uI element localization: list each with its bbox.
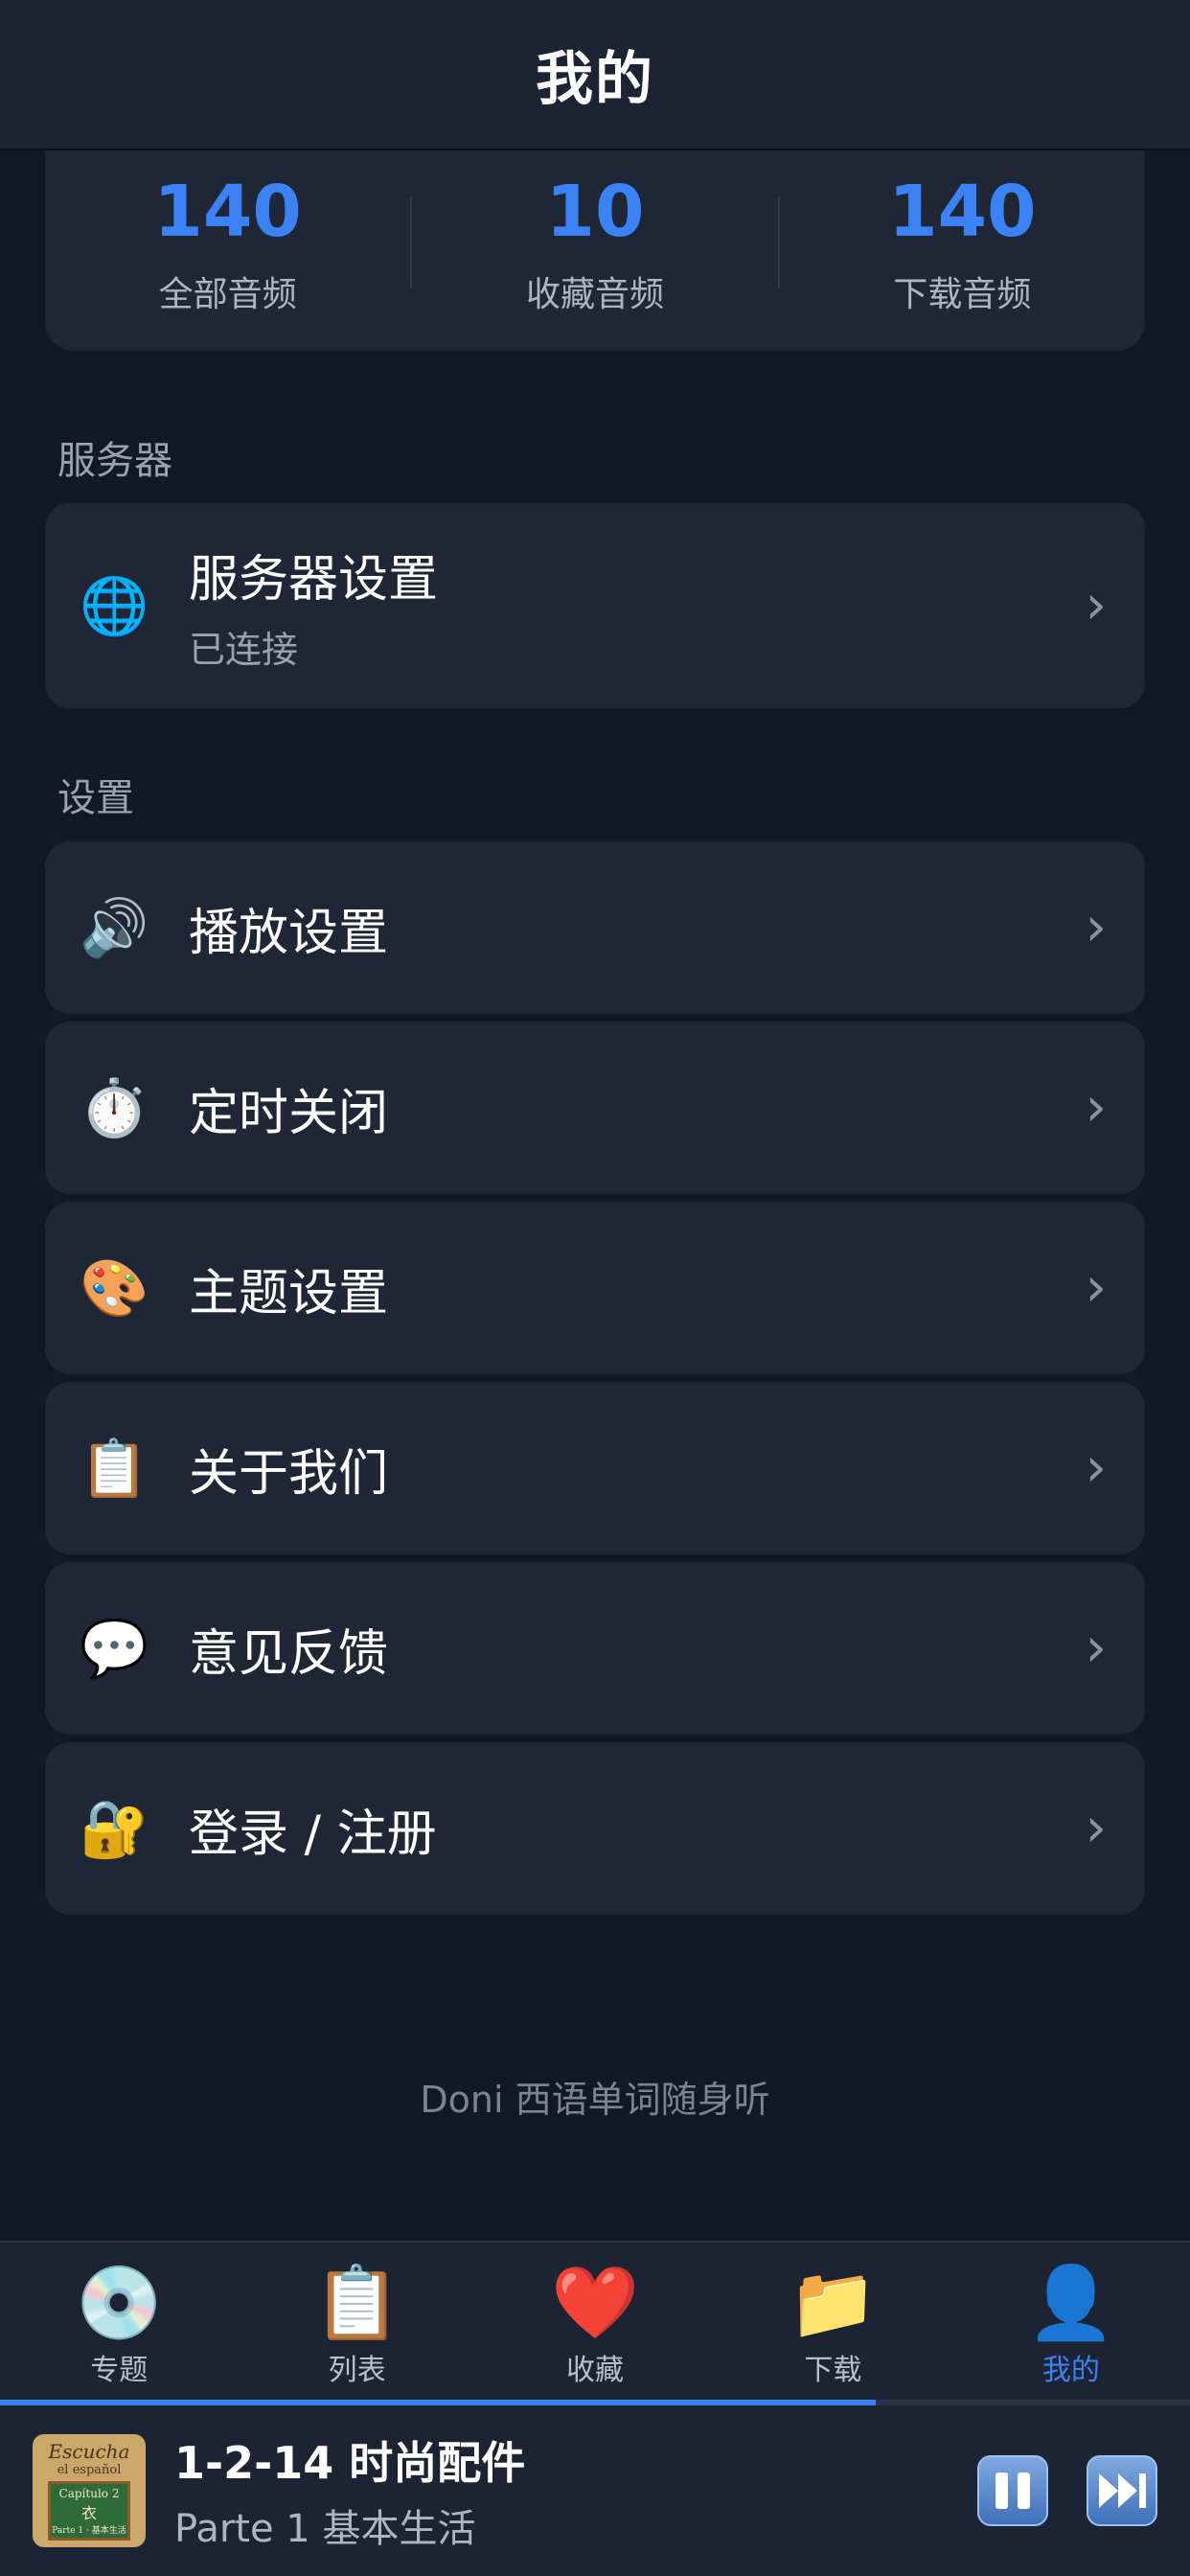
server-status: 已连接 bbox=[189, 629, 299, 671]
stat-download-audio[interactable]: 140 下载音频 bbox=[780, 169, 1145, 316]
row-title: 意见反馈 bbox=[189, 1624, 389, 1683]
row-title: 定时关闭 bbox=[189, 1084, 389, 1142]
heart-icon: ❤️ bbox=[550, 2262, 640, 2344]
row-title: 播放设置 bbox=[189, 904, 389, 962]
tab-label: 下载 bbox=[804, 2354, 862, 2387]
stat-favorite-audio[interactable]: 10 收藏音频 bbox=[412, 169, 777, 316]
globe-icon: 🌐 bbox=[80, 573, 149, 638]
settings-row-login[interactable]: 🔐 登录 / 注册 › bbox=[45, 1742, 1145, 1915]
cover-title: Escucha bbox=[48, 2440, 130, 2463]
pause-icon bbox=[995, 2472, 1030, 2509]
mini-player[interactable]: Escucha el español Capítulo 2 衣 Parte 1 … bbox=[0, 2405, 1190, 2576]
stopwatch-icon: ⏱️ bbox=[80, 1075, 149, 1140]
settings-row-feedback[interactable]: 💬 意见反馈 › bbox=[45, 1562, 1145, 1735]
tab-label: 收藏 bbox=[566, 2354, 625, 2387]
chevron-right-icon: › bbox=[1085, 1437, 1107, 1499]
tab-topics[interactable]: 💿 专题 bbox=[0, 2242, 238, 2402]
stat-label: 收藏音频 bbox=[525, 275, 664, 314]
server-settings-row[interactable]: 🌐 服务器设置 已连接 › bbox=[45, 503, 1145, 708]
pause-button[interactable] bbox=[977, 2455, 1048, 2526]
section-label-server: 服务器 bbox=[57, 439, 172, 483]
skip-forward-icon bbox=[1098, 2473, 1146, 2508]
settings-row-playback[interactable]: 🔊 播放设置 › bbox=[45, 841, 1145, 1014]
app-slogan: Doni 西语单词随身听 bbox=[420, 2079, 770, 2121]
track-subtitle: Parte 1 基本生活 bbox=[174, 2507, 476, 2551]
section-label-settings: 设置 bbox=[57, 776, 134, 820]
stat-value: 10 bbox=[545, 171, 645, 253]
chevron-right-icon: › bbox=[1085, 574, 1107, 636]
speaker-icon: 🔊 bbox=[80, 895, 149, 960]
stats-card: 140 全部音频 10 收藏音频 140 下载音频 bbox=[45, 134, 1145, 351]
lock-key-icon: 🔐 bbox=[80, 1796, 149, 1861]
folder-icon: 📁 bbox=[789, 2262, 878, 2344]
tab-label: 列表 bbox=[328, 2354, 386, 2387]
cover-part: Parte 1 · 基本生活 bbox=[52, 2525, 126, 2536]
stat-all-audio[interactable]: 140 全部音频 bbox=[45, 169, 410, 316]
settings-row-sleep-timer[interactable]: ⏱️ 定时关闭 › bbox=[45, 1022, 1145, 1194]
palette-icon: 🎨 bbox=[80, 1255, 149, 1321]
settings-row-about[interactable]: 📋 关于我们 › bbox=[45, 1382, 1145, 1554]
row-title: 登录 / 注册 bbox=[189, 1805, 437, 1863]
chevron-right-icon: › bbox=[1085, 1256, 1107, 1319]
next-track-button[interactable] bbox=[1087, 2455, 1157, 2526]
clipboard-icon: 📋 bbox=[312, 2262, 401, 2344]
page-title: 我的 bbox=[536, 46, 654, 113]
row-title: 关于我们 bbox=[189, 1444, 389, 1503]
chevron-right-icon: › bbox=[1085, 896, 1107, 958]
disc-icon: 💿 bbox=[75, 2262, 164, 2344]
cover-plate: Capítulo 2 衣 Parte 1 · 基本生活 bbox=[48, 2481, 130, 2541]
chevron-right-icon: › bbox=[1085, 1076, 1107, 1138]
speech-bubble-icon: 💬 bbox=[80, 1616, 149, 1681]
stat-value: 140 bbox=[153, 171, 302, 253]
stat-value: 140 bbox=[888, 171, 1037, 253]
cover-chapter: Capítulo 2 bbox=[58, 2486, 120, 2500]
cover-character: 衣 bbox=[80, 2503, 97, 2522]
settings-row-theme[interactable]: 🎨 主题设置 › bbox=[45, 1202, 1145, 1374]
row-title: 服务器设置 bbox=[189, 551, 439, 609]
stat-label: 全部音频 bbox=[158, 275, 297, 314]
tab-favorites[interactable]: ❤️ 收藏 bbox=[476, 2242, 714, 2402]
tab-downloads[interactable]: 📁 下载 bbox=[714, 2242, 951, 2402]
bottom-tab-bar: 💿 专题 📋 列表 ❤️ 收藏 📁 下载 👤 我的 bbox=[0, 2241, 1190, 2402]
tab-profile[interactable]: 👤 我的 bbox=[952, 2242, 1190, 2402]
chevron-right-icon: › bbox=[1085, 1797, 1107, 1859]
clipboard-icon: 📋 bbox=[80, 1436, 149, 1501]
chevron-right-icon: › bbox=[1085, 1617, 1107, 1679]
user-icon: 👤 bbox=[1026, 2262, 1115, 2344]
track-title: 1-2-14 时尚配件 bbox=[174, 2437, 526, 2489]
tab-label: 专题 bbox=[90, 2354, 149, 2387]
row-title: 主题设置 bbox=[189, 1264, 389, 1322]
cover-subtitle: el español bbox=[57, 2463, 122, 2477]
tab-label: 我的 bbox=[1041, 2354, 1100, 2387]
stat-label: 下载音频 bbox=[893, 275, 1032, 314]
album-cover: Escucha el español Capítulo 2 衣 Parte 1 … bbox=[33, 2434, 146, 2547]
top-nav-bar: 我的 bbox=[0, 0, 1190, 150]
tab-list[interactable]: 📋 列表 bbox=[238, 2242, 475, 2402]
